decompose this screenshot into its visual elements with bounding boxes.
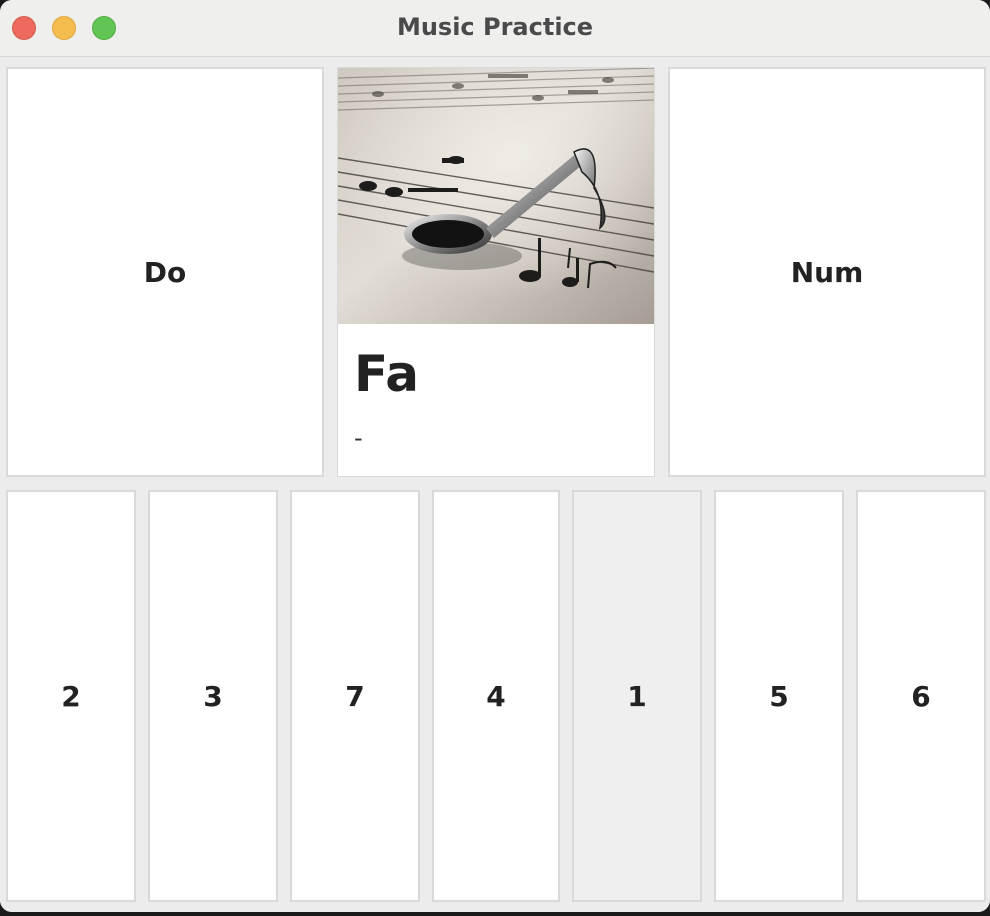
key-label: 5	[769, 679, 789, 713]
key-label: 6	[911, 679, 931, 713]
left-label-button[interactable]: Do	[6, 67, 324, 477]
key-button[interactable]: 5	[714, 490, 844, 902]
key-label: 7	[345, 679, 365, 713]
key-button-active[interactable]: 1	[572, 490, 702, 902]
key-button[interactable]: 3	[148, 490, 278, 902]
key-label: 2	[61, 679, 81, 713]
note-name: Fa	[354, 345, 419, 403]
note-subtitle: -	[354, 424, 363, 452]
right-label-text: Num	[790, 255, 864, 289]
key-label: 4	[486, 679, 506, 713]
key-label: 3	[203, 679, 223, 713]
window-shadow	[0, 912, 990, 916]
key-button[interactable]: 2	[6, 490, 136, 902]
window-title: Music Practice	[396, 13, 594, 41]
left-label-text: Do	[143, 255, 187, 289]
main-content: Do Fa - Num 2 3 7 4 1 5 6	[0, 57, 990, 912]
app-window: Music Practice Do Fa - Num 2 3 7 4 1 5 6	[0, 0, 990, 912]
key-button[interactable]: 4	[432, 490, 560, 902]
key-label: 1	[627, 679, 647, 713]
key-button[interactable]: 6	[856, 490, 986, 902]
right-label-button[interactable]: Num	[668, 67, 986, 477]
title-bar[interactable]: Music Practice	[0, 0, 990, 57]
music-note-on-sheet-icon	[338, 68, 654, 324]
note-card: Fa -	[337, 67, 655, 477]
key-button[interactable]: 7	[290, 490, 420, 902]
